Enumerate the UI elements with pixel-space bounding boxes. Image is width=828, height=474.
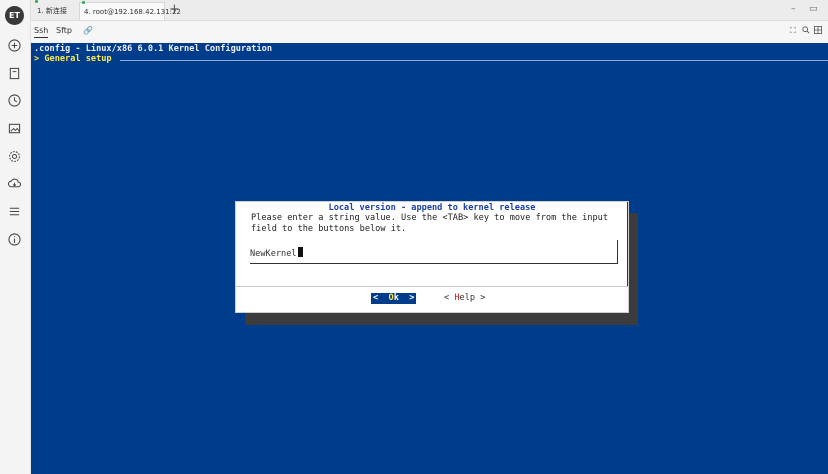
dialog-title: Local version - append to kernel release <box>328 203 536 213</box>
dialog-separator <box>236 286 628 287</box>
settings-gear-icon[interactable] <box>7 149 22 164</box>
breadcrumb-divider <box>120 60 828 61</box>
input-text: NewKernel <box>250 249 297 259</box>
help-bracket: < <box>444 293 455 303</box>
fullscreen-icon[interactable]: ⛶ <box>790 26 796 36</box>
cloud-sync-icon[interactable] <box>7 176 22 191</box>
add-tab-button[interactable]: + <box>169 2 180 18</box>
tab-root-session[interactable]: 4. root@192.168.42.131:22 <box>79 1 181 20</box>
tab-label: 1. 新连接 <box>37 7 67 15</box>
menu-breadcrumb: > General setup <box>34 54 112 64</box>
tab-sftp[interactable]: Sftp <box>56 26 72 35</box>
info-icon[interactable] <box>7 232 22 247</box>
dialog-instructions: Please enter a string value. Use the <TA… <box>251 213 608 234</box>
restore-button[interactable]: ▭ <box>809 4 818 14</box>
ok-label-rest: k > <box>393 293 415 303</box>
help-button[interactable]: < Help > <box>444 293 485 304</box>
status-dot-icon <box>35 0 38 3</box>
app-window: ET 1. 新连接 4. root@192.168.42.131:22 + – … <box>0 0 828 474</box>
history-icon[interactable] <box>7 93 22 108</box>
terminal-pane[interactable]: .config - Linux/x86 6.0.1 Kernel Configu… <box>31 43 828 474</box>
minimize-button[interactable]: – <box>791 4 796 14</box>
image-icon[interactable] <box>7 121 22 136</box>
config-title: .config - Linux/x86 6.0.1 Kernel Configu… <box>34 44 272 54</box>
ok-bracket: < <box>373 293 389 303</box>
ok-button[interactable]: < Ok > <box>371 293 417 304</box>
file-icon[interactable] <box>7 66 22 81</box>
list-icon[interactable] <box>7 204 22 219</box>
session-toolbar: Ssh Sftp 🔗 ⛶ <box>31 21 828 43</box>
app-logo: ET <box>5 6 24 25</box>
dialog-edge <box>236 202 237 312</box>
version-input-value: NewKernel <box>250 247 303 259</box>
status-dot-icon <box>82 1 85 4</box>
search-icon[interactable] <box>802 26 810 36</box>
new-session-icon[interactable] <box>7 38 22 53</box>
tab-label: 4. root@192.168.42.131:22 <box>84 7 181 16</box>
input-dialog: Local version - append to kernel release… <box>235 201 629 313</box>
tab-ssh[interactable]: Ssh <box>34 26 49 38</box>
help-label-rest: elp > <box>459 293 486 303</box>
left-rail: ET <box>0 0 31 474</box>
dialog-edge <box>627 202 628 286</box>
attach-icon[interactable]: 🔗 <box>83 26 93 35</box>
tab-bar: 1. 新连接 4. root@192.168.42.131:22 + – ▭ <box>31 0 828 21</box>
text-cursor <box>297 247 303 257</box>
grid-icon[interactable] <box>814 26 822 36</box>
tab-new-connection[interactable]: 1. 新连接 <box>33 0 77 20</box>
version-input[interactable]: NewKernel <box>250 240 618 264</box>
